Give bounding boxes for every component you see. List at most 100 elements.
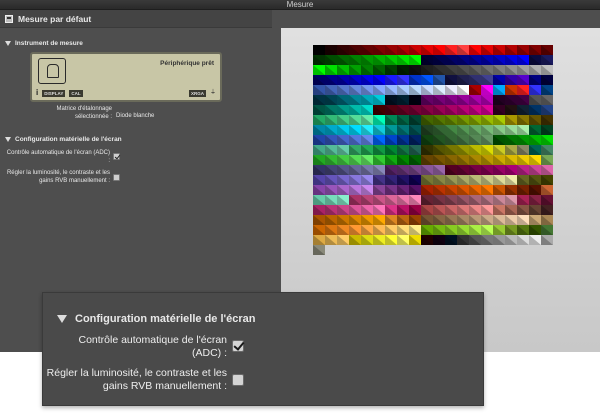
- color-patch: [373, 205, 385, 215]
- color-patch: [421, 185, 433, 195]
- disclosure-triangle-icon[interactable]: [5, 41, 11, 46]
- color-patch: [385, 65, 397, 75]
- color-patch: [541, 45, 553, 55]
- color-patch: [349, 125, 361, 135]
- color-patch: [373, 125, 385, 135]
- color-patch: [361, 235, 373, 245]
- color-patch: [541, 165, 553, 175]
- color-patch: [433, 115, 445, 125]
- disclosure-triangle-icon[interactable]: [5, 137, 11, 142]
- color-patch: [421, 115, 433, 125]
- color-patch: [541, 55, 553, 65]
- zoom-section-toggle[interactable]: Configuration matérielle de l'écran: [57, 313, 256, 325]
- color-patch: [325, 225, 337, 235]
- color-patch: [325, 175, 337, 185]
- color-patch: [361, 205, 373, 215]
- color-patch: [433, 45, 445, 55]
- color-patch: [493, 125, 505, 135]
- color-patch: [505, 105, 517, 115]
- color-patch: [349, 65, 361, 75]
- color-patch: [481, 145, 493, 155]
- color-patch: [373, 135, 385, 145]
- color-patch: [361, 75, 373, 85]
- color-patch: [385, 155, 397, 165]
- color-patch: [397, 115, 409, 125]
- color-patch: [421, 165, 433, 175]
- color-patch: [349, 195, 361, 205]
- zoom-adc-checkbox[interactable]: [232, 340, 244, 352]
- color-patch: [373, 225, 385, 235]
- color-patch: [505, 125, 517, 135]
- color-patch: [397, 145, 409, 155]
- color-patch: [325, 195, 337, 205]
- color-patch: [505, 85, 517, 95]
- color-patch: [385, 225, 397, 235]
- color-patch: [517, 235, 529, 245]
- screen-config-zoom-callout: Configuration matérielle de l'écran Cont…: [42, 292, 484, 406]
- color-patch: [505, 225, 517, 235]
- color-patch: [445, 155, 457, 165]
- color-patch: [349, 235, 361, 245]
- color-patch: [385, 235, 397, 245]
- color-patch: [409, 155, 421, 165]
- color-patch: [541, 135, 553, 145]
- color-patch: [385, 205, 397, 215]
- color-patch: [493, 55, 505, 65]
- color-patch: [325, 75, 337, 85]
- color-patch: [433, 75, 445, 85]
- manual-gains-checkbox[interactable]: [113, 174, 120, 181]
- color-patch: [325, 185, 337, 195]
- color-patch: [469, 215, 481, 225]
- color-patch: [409, 195, 421, 205]
- color-patch: [409, 55, 421, 65]
- color-patch: [493, 195, 505, 205]
- color-patch: [385, 195, 397, 205]
- color-patch: [481, 55, 493, 65]
- color-patch: [541, 215, 553, 225]
- color-patch: [445, 145, 457, 155]
- color-patch: [433, 135, 445, 145]
- color-patch: [469, 45, 481, 55]
- cal-segment: CAL: [69, 89, 83, 97]
- color-patch: [313, 155, 325, 165]
- screen-config-section-toggle[interactable]: Configuration matérielle de l'écran: [5, 136, 122, 143]
- color-patch: [541, 125, 553, 135]
- calibration-matrix-value[interactable]: Diode blanche: [116, 113, 154, 119]
- color-patch: [445, 125, 457, 135]
- color-patch: [445, 195, 457, 205]
- adc-checkbox[interactable]: [113, 153, 120, 160]
- color-patch: [337, 95, 349, 105]
- color-patch: [385, 215, 397, 225]
- device-status: Périphérique prêt: [160, 60, 214, 67]
- color-patch: [469, 205, 481, 215]
- color-patch: [361, 95, 373, 105]
- color-patch: [397, 105, 409, 115]
- disclosure-triangle-icon[interactable]: [57, 315, 67, 323]
- color-patch: [469, 105, 481, 115]
- color-patch: [517, 195, 529, 205]
- color-patch: [517, 125, 529, 135]
- color-patch: [481, 235, 493, 245]
- calibration-icon: [5, 14, 13, 23]
- color-patch: [361, 185, 373, 195]
- zoom-manual-gains-label: Régler la luminosité, le contraste et le…: [46, 367, 227, 392]
- color-patch: [385, 45, 397, 55]
- color-patch: [481, 65, 493, 75]
- color-patch: [529, 135, 541, 145]
- color-patch: [445, 95, 457, 105]
- zoom-manual-gains-checkbox[interactable]: [232, 374, 244, 386]
- color-patch: [313, 95, 325, 105]
- color-patch: [421, 195, 433, 205]
- color-patch: [445, 185, 457, 195]
- color-patch: [361, 155, 373, 165]
- color-patch: [337, 225, 349, 235]
- color-patch: [529, 85, 541, 95]
- color-patch: [469, 115, 481, 125]
- color-patch: [385, 185, 397, 195]
- instrument-section-toggle[interactable]: Instrument de mesure: [5, 40, 272, 47]
- color-patch: [373, 165, 385, 175]
- color-patch: [481, 135, 493, 145]
- color-patch: [457, 235, 469, 245]
- color-patch: [529, 165, 541, 175]
- color-patch: [325, 125, 337, 135]
